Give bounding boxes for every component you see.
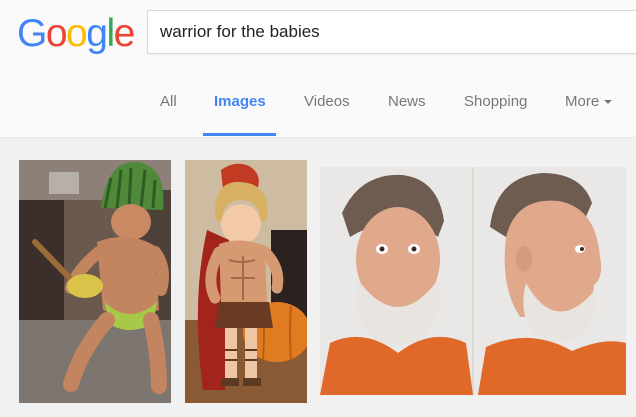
image-result-baby-spartan[interactable]	[185, 160, 307, 403]
search-tabs: All Images Videos News Shopping More	[0, 68, 636, 138]
search-input[interactable]	[160, 11, 630, 53]
logo-letter: g	[86, 12, 108, 55]
tab-videos[interactable]: Videos	[304, 93, 350, 110]
logo-letter: e	[113, 12, 136, 55]
logo-letter: l	[106, 12, 115, 55]
tab-more[interactable]: More	[565, 93, 613, 110]
baby-spartan-costume-photo	[185, 160, 307, 403]
header: Google	[0, 0, 636, 68]
search-box[interactable]	[147, 10, 636, 54]
mugshot-front-and-profile-photo	[320, 167, 626, 395]
google-logo[interactable]: Google	[17, 12, 136, 55]
logo-letter: G	[17, 12, 47, 55]
active-tab-indicator	[203, 133, 276, 136]
image-result-child-warrior[interactable]	[19, 160, 171, 403]
tab-shopping[interactable]: Shopping	[464, 93, 527, 110]
tab-news[interactable]: News	[388, 93, 426, 110]
tab-all[interactable]: All	[160, 93, 177, 110]
image-result-mugshot[interactable]	[320, 167, 626, 395]
tab-more-label: More	[565, 93, 600, 110]
tab-images[interactable]: Images	[214, 93, 266, 110]
child-warrior-watermelon-photo	[19, 160, 171, 403]
logo-letter: o	[45, 12, 68, 55]
logo-letter: o	[66, 12, 88, 55]
chevron-down-icon	[604, 100, 613, 105]
